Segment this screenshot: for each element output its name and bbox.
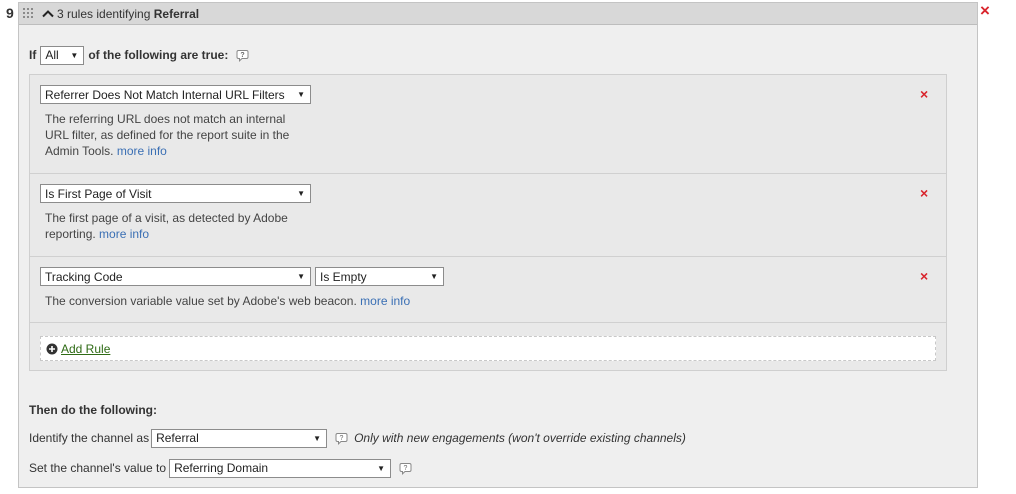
rule-criterion-select[interactable]: Is First Page of Visit ▼ [40, 184, 311, 203]
plus-circle-icon[interactable] [46, 343, 58, 355]
if-label: If [29, 48, 37, 62]
channel-select-value: Referral [156, 431, 199, 445]
dropdown-caret-icon: ▼ [70, 50, 79, 60]
drag-handle-icon[interactable] [23, 7, 35, 20]
help-icon[interactable]: ? [399, 462, 412, 475]
dropdown-caret-icon: ▼ [377, 463, 386, 473]
rule-summary-prefix: 3 rules identifying [57, 6, 151, 21]
help-icon[interactable]: ? [236, 49, 249, 62]
rule-criterion-value: Tracking Code [45, 269, 123, 284]
svg-text:?: ? [340, 435, 344, 442]
rule-description: The first page of a visit, as detected b… [45, 210, 305, 242]
rule-description: The conversion variable value set by Ado… [45, 293, 645, 309]
svg-text:?: ? [241, 52, 245, 59]
channel-value-row: Set the channel's value to Referring Dom… [29, 458, 412, 478]
rule-operator-value: Is Empty [320, 269, 367, 284]
rule-item: Referrer Does Not Match Internal URL Fil… [30, 75, 946, 174]
rule-number: 9 [6, 5, 14, 21]
channel-value-select[interactable]: Referring Domain ▼ [169, 458, 392, 478]
more-info-link[interactable]: more info [360, 294, 410, 308]
dropdown-caret-icon: ▼ [297, 90, 305, 99]
condition-suffix: of the following are true: [88, 48, 229, 62]
channel-value-select-value: Referring Domain [174, 461, 269, 475]
rules-container: Referrer Does Not Match Internal URL Fil… [29, 74, 947, 371]
rule-description-text: The referring URL does not match an inte… [45, 112, 290, 158]
more-info-link[interactable]: more info [117, 144, 167, 158]
rule-item: Is First Page of Visit ▼ × The first pag… [30, 174, 946, 257]
rule-summary-channel: Referral [153, 6, 200, 21]
rule-criterion-value: Is First Page of Visit [45, 186, 152, 201]
more-info-link[interactable]: more info [99, 227, 149, 241]
condition-row: If All ▼ of the following are true: ? [29, 45, 249, 65]
dropdown-caret-icon: ▼ [430, 272, 438, 281]
rule-item: Tracking Code ▼ Is Empty ▼ × The convers… [30, 257, 946, 323]
identify-channel-row: Identify the channel as Referral ▼ ? Onl… [29, 428, 686, 448]
rule-set-summary: 3 rules identifying Referral [57, 7, 199, 21]
match-select[interactable]: All ▼ [40, 45, 85, 65]
identify-channel-note: Only with new engagements (won't overrid… [354, 431, 686, 445]
rule-operator-select[interactable]: Is Empty ▼ [315, 267, 444, 286]
dropdown-caret-icon: ▼ [297, 272, 305, 281]
then-section-title: Then do the following: [29, 403, 157, 417]
match-select-value: All [45, 48, 59, 62]
add-rule-link[interactable]: Add Rule [61, 342, 110, 356]
rule-description-text: The first page of a visit, as detected b… [45, 211, 288, 241]
dropdown-caret-icon: ▼ [297, 189, 305, 198]
dropdown-caret-icon: ▼ [313, 433, 322, 443]
rule-description: The referring URL does not match an inte… [45, 111, 305, 159]
help-icon[interactable]: ? [335, 432, 348, 445]
rule-criterion-select[interactable]: Tracking Code ▼ [40, 267, 311, 286]
identify-channel-label: Identify the channel as [29, 431, 150, 445]
rule-set-header: 3 rules identifying Referral [19, 3, 977, 25]
remove-rule-set-icon[interactable]: × [980, 2, 996, 20]
rule-criterion-select[interactable]: Referrer Does Not Match Internal URL Fil… [40, 85, 311, 104]
chevron-up-icon[interactable] [41, 7, 55, 21]
remove-rule-icon[interactable]: × [920, 269, 934, 283]
rule-description-text: The conversion variable value set by Ado… [45, 294, 357, 308]
rule-criterion-value: Referrer Does Not Match Internal URL Fil… [45, 87, 285, 102]
svg-text:?: ? [404, 465, 408, 472]
rule-set-panel: 3 rules identifying Referral If All ▼ of… [18, 2, 978, 488]
remove-rule-icon[interactable]: × [920, 186, 934, 200]
remove-rule-icon[interactable]: × [920, 87, 934, 101]
add-rule-row: Add Rule [40, 336, 936, 361]
channel-value-label: Set the channel's value to [29, 461, 167, 475]
channel-select[interactable]: Referral ▼ [151, 428, 328, 448]
